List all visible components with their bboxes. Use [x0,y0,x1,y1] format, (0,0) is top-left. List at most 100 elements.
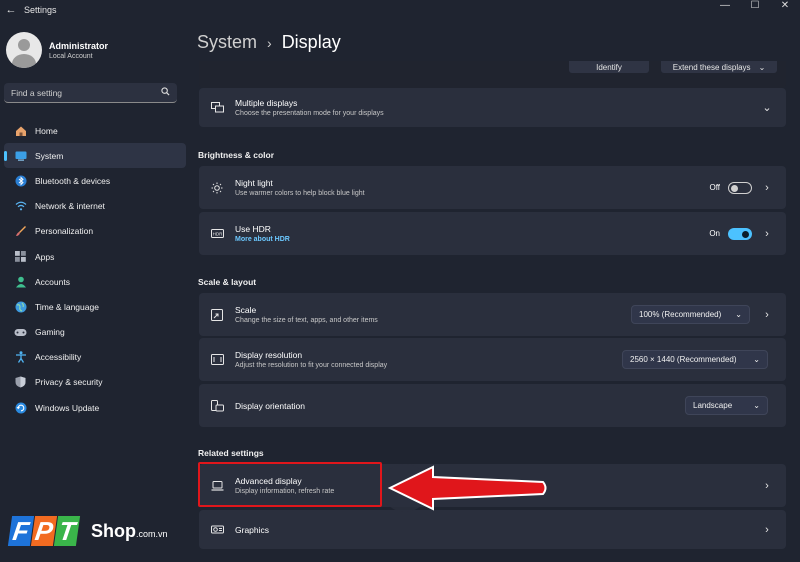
resolution-icon [209,352,225,368]
accounts-icon [14,275,27,288]
brand-name: Shop [91,521,136,541]
scale-icon [209,307,225,323]
shield-icon [14,376,27,389]
sidebar-item-privacy-security[interactable]: Privacy & security [4,370,186,395]
extend-displays-dropdown[interactable]: Extend these displays ⌄ [661,61,777,73]
night-light-toggle[interactable] [728,181,752,194]
chevron-right-icon[interactable]: › [758,480,776,492]
brand-domain: .com.vn [136,529,168,539]
resolution-value: 2560 × 1440 (Recommended) [630,355,737,364]
search-placeholder: Find a setting [11,87,63,98]
scale-card[interactable]: Scale Change the size of text, apps, and… [199,293,786,336]
hdr-card[interactable]: HDR Use HDR More about HDR On › [199,212,786,255]
avatar [6,32,42,68]
card-subtitle: Choose the presentation mode for your di… [235,110,384,117]
sidebar-item-personalization[interactable]: Personalization [4,219,186,244]
sidebar-item-label: Accounts [35,276,70,287]
chevron-right-icon[interactable]: › [758,228,776,240]
profile-name: Administrator [49,40,109,51]
brand-letter: T [53,516,81,546]
sidebar-item-time-language[interactable]: Time & language [4,294,186,319]
sidebar-item-windows-update[interactable]: Windows Update [4,395,186,420]
wifi-icon [14,200,27,213]
annotation-arrow-icon [385,464,547,512]
main-content: System › Display Identify Extend these d… [190,20,800,562]
sidebar-item-accessibility[interactable]: Accessibility [4,345,186,370]
section-title-brightness: Brightness & color [198,150,275,160]
hdr-icon: HDR [209,226,225,242]
sidebar-item-label: Apps [35,251,55,262]
identify-button[interactable]: Identify [569,61,649,73]
brand-letter: F [7,516,35,546]
chevron-down-icon: ⌄ [753,401,760,410]
accessibility-icon [14,351,27,364]
scale-dropdown[interactable]: 100% (Recommended) ⌄ [631,305,750,324]
hdr-toggle[interactable] [728,227,752,240]
card-title: Scale [235,305,257,315]
sidebar-item-label: Home [35,125,58,136]
sidebar-item-network[interactable]: Network & internet [4,194,186,219]
sidebar-item-home[interactable]: Home [4,118,186,143]
orientation-icon [209,398,225,414]
search-icon[interactable] [161,87,170,98]
chevron-down-icon: ⌄ [735,310,742,319]
profile-account-type: Local Account [49,52,93,60]
system-icon [14,149,27,162]
sidebar-item-label: Privacy & security [35,377,103,388]
chevron-right-icon: › [267,34,272,51]
breadcrumb-parent[interactable]: System [197,32,257,53]
resolution-dropdown[interactable]: 2560 × 1440 (Recommended) ⌄ [622,350,768,369]
hdr-state: On [709,229,720,238]
orientation-dropdown[interactable]: Landscape ⌄ [685,396,768,415]
minimize-icon[interactable]: — [710,0,740,14]
extend-displays-label: Extend these displays [672,63,751,72]
sidebar-item-apps[interactable]: Apps [4,244,186,269]
page-title: Display [281,32,341,52]
sidebar-item-label: Bluetooth & devices [35,175,111,186]
maximize-icon[interactable]: ☐ [740,0,770,14]
chevron-right-icon[interactable]: › [758,309,776,321]
card-title: Use HDR [235,224,271,234]
sidebar-item-accounts[interactable]: Accounts [4,269,186,294]
multiple-displays-card[interactable]: Multiple displays Choose the presentatio… [199,88,786,127]
bluetooth-icon [14,174,27,187]
chevron-right-icon[interactable]: › [758,524,776,536]
breadcrumb: System › Display [197,32,341,53]
section-title-scale-layout: Scale & layout [198,277,257,287]
chevron-down-icon[interactable]: ⌄ [758,101,776,114]
sidebar-item-label: System [35,150,64,161]
sidebar-item-bluetooth[interactable]: Bluetooth & devices [4,168,186,193]
sidebar-item-gaming[interactable]: Gaming [4,320,186,345]
sidebar-item-label: Gaming [35,327,65,338]
identify-label: Identify [596,63,622,72]
svg-text:HDR: HDR [212,231,222,236]
search-input[interactable]: Find a setting [4,83,177,103]
globe-icon [14,300,27,313]
sidebar-item-label: Accessibility [35,352,82,363]
sidebar-item-label: Personalization [35,226,94,237]
back-arrow-icon[interactable]: ← [0,4,22,16]
window-controls: — ☐ ✕ [710,0,800,14]
brand-text: Shop.com.vn [91,521,168,542]
hdr-learn-more-link[interactable]: More about HDR [235,236,709,243]
card-title: Night light [235,178,273,188]
title-bar: ← Settings — ☐ ✕ [0,0,800,20]
orientation-value: Landscape [693,401,733,410]
section-title-related-settings: Related settings [198,448,264,458]
display-resolution-card[interactable]: Display resolution Adjust the resolution… [199,338,786,381]
home-icon [14,124,27,137]
chevron-right-icon[interactable]: › [758,182,776,194]
close-icon[interactable]: ✕ [770,0,800,14]
display-orientation-card[interactable]: Display orientation Landscape ⌄ [199,384,786,427]
sidebar-item-label: Windows Update [35,402,100,413]
night-light-card[interactable]: Night light Use warmer colors to help bl… [199,166,786,209]
sidebar-item-label: Network & internet [35,201,105,212]
card-title: Multiple displays [235,98,298,108]
sidebar-item-system[interactable]: System [4,143,186,169]
window-title: Settings [24,5,57,15]
card-subtitle: Change the size of text, apps, and other… [235,317,378,324]
sun-icon [209,180,225,196]
card-subtitle: Use warmer colors to help block blue lig… [235,190,365,197]
card-title: Display resolution [235,350,303,360]
profile[interactable]: Administrator Local Account [6,32,108,68]
